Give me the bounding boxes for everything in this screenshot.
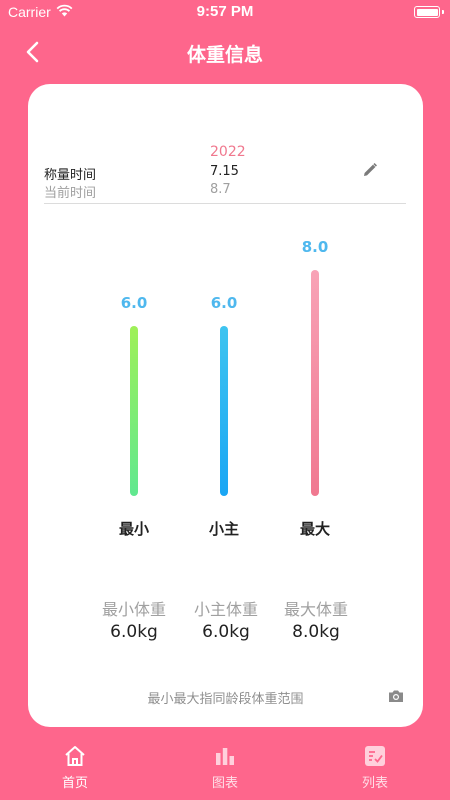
weigh-time-label: 称量时间 [44, 168, 97, 183]
page-title: 体重信息 [186, 44, 263, 66]
tab-bar: 首页 图表 列表 [0, 740, 450, 800]
bar-value-2: 8.0 [301, 238, 329, 256]
pencil-icon [364, 163, 377, 176]
tab-chart[interactable]: 图表 [185, 744, 265, 791]
stat-max-label: 最大体重 [283, 600, 348, 619]
stat-owner-label: 小主体重 [193, 600, 258, 619]
stat-owner-value: 6.0kg [202, 622, 250, 642]
battery-icon [414, 6, 444, 18]
stat-min-label: 最小体重 [101, 600, 166, 619]
weight-card: 2022 称量时间 7.15 当前时间 8.7 6.0 最小 6.0 小主 8.0 最大 … [28, 84, 423, 727]
status-bar: Carrier 9:57 PM [0, 0, 450, 24]
camera-button[interactable] [388, 688, 404, 702]
weigh-info: 2022 称量时间 7.15 当前时间 8.7 [44, 142, 406, 204]
clock: 9:57 PM [196, 3, 254, 20]
stat-min: 最小体重 6.0kg [94, 596, 174, 642]
bar-1 [220, 326, 228, 496]
stat-min-value: 6.0kg [110, 622, 158, 642]
stat-max: 最大体重 8.0kg [276, 596, 356, 642]
bar-2 [311, 270, 319, 496]
edit-button[interactable] [362, 162, 378, 178]
tab-home-label: 首页 [61, 776, 88, 791]
chart-icon [213, 744, 237, 768]
weigh-time-value: 7.15 [210, 164, 239, 179]
nav-bar: 体重信息 [0, 32, 450, 72]
bar-value-1: 6.0 [210, 294, 238, 312]
stat-max-value: 8.0kg [292, 622, 340, 642]
tab-list-label: 列表 [361, 776, 388, 791]
tab-home[interactable]: 首页 [35, 744, 115, 791]
stat-owner: 小主体重 6.0kg [186, 596, 266, 642]
bar-0 [130, 326, 138, 496]
list-icon [363, 744, 387, 768]
bar-label-1: 小主 [208, 520, 239, 538]
bar-label-0: 最小 [118, 520, 149, 538]
current-time-value: 8.7 [210, 182, 231, 197]
year-label: 2022 [210, 144, 246, 160]
tab-chart-label: 图表 [211, 776, 238, 791]
bar-label-2: 最大 [299, 520, 330, 538]
bar-value-0: 6.0 [120, 294, 148, 312]
home-icon [63, 744, 87, 768]
camera-icon [389, 690, 403, 702]
tab-list[interactable]: 列表 [335, 744, 415, 791]
range-note: 最小最大指同龄段体重范围 [147, 692, 304, 707]
current-time-label: 当前时间 [44, 186, 97, 201]
